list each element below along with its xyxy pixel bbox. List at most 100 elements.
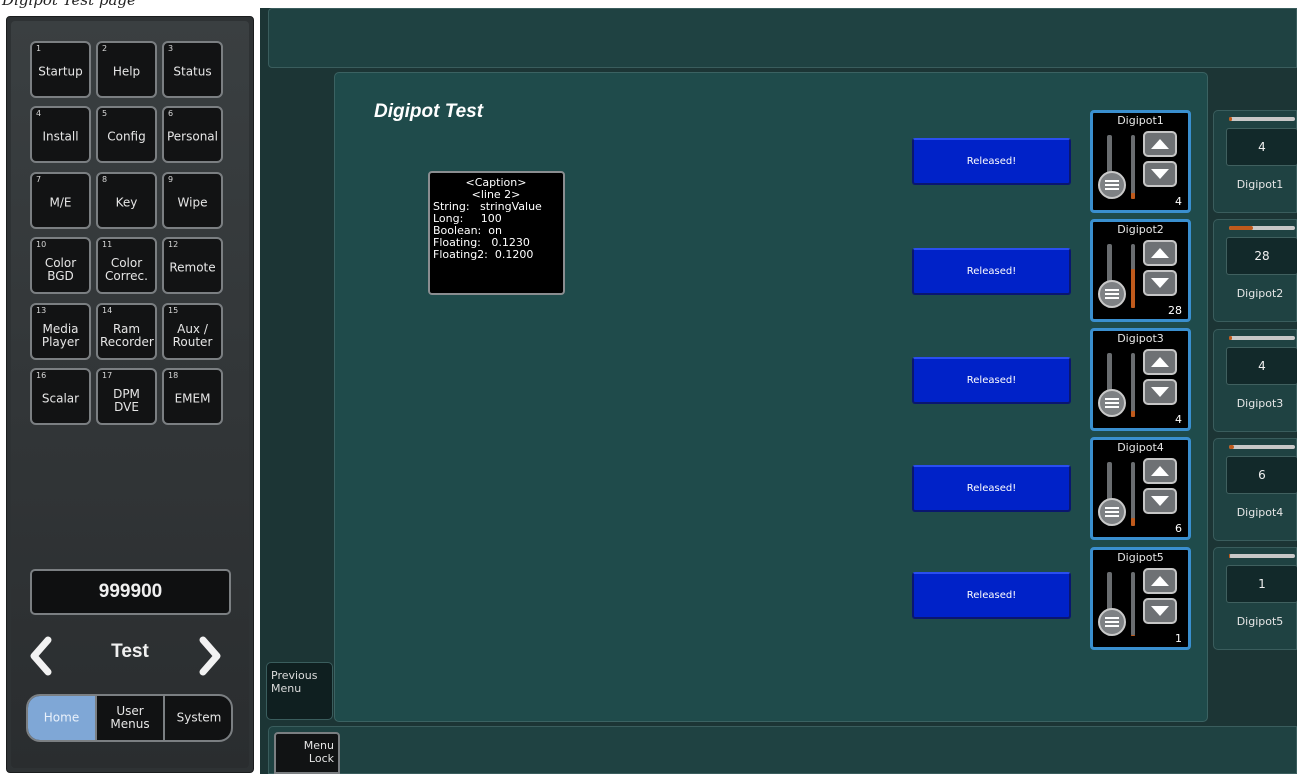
knob-name: Digipot4 xyxy=(1236,506,1284,519)
menu-button-key[interactable]: 8 Key xyxy=(96,172,157,229)
menu-button-number: 1 xyxy=(36,44,42,53)
menu-button-scalar[interactable]: 16 Scalar xyxy=(30,368,91,425)
knob-value: 6 xyxy=(1226,456,1297,494)
digipot-knob-card-1[interactable]: 4 Digipot1 xyxy=(1213,110,1297,213)
triangle-up-icon xyxy=(1151,576,1169,586)
triangle-up-icon xyxy=(1151,357,1169,367)
menu-button-label: Key xyxy=(115,195,138,210)
knob-level-fill xyxy=(1229,336,1232,340)
menu-button-number: 3 xyxy=(168,44,174,53)
bottom-bar xyxy=(268,726,1297,774)
menu-button-startup[interactable]: 1 Startup xyxy=(30,41,91,98)
menu-button-aux-router[interactable]: 15 Aux / Router xyxy=(162,303,223,360)
released-button-3[interactable]: Released! xyxy=(912,357,1071,404)
menu-button-label: Scalar xyxy=(41,391,80,406)
triangle-down-icon xyxy=(1151,169,1169,179)
menu-button-number: 14 xyxy=(102,306,113,315)
menu-button-label: M/E xyxy=(49,195,72,210)
level-track xyxy=(1131,353,1135,417)
menu-button-config[interactable]: 5 Config xyxy=(96,106,157,163)
increment-up-button[interactable] xyxy=(1143,458,1177,484)
knob-level-bar xyxy=(1229,117,1295,121)
digipot-knob-card-5[interactable]: 1 Digipot5 xyxy=(1213,547,1297,650)
digipot-knob-card-3[interactable]: 4 Digipot3 xyxy=(1213,329,1297,432)
menu-button-number: 9 xyxy=(168,175,174,184)
level-fill xyxy=(1131,193,1135,199)
menu-button-color-bgd[interactable]: 10 Color BGD xyxy=(30,237,91,294)
increment-up-button[interactable] xyxy=(1143,349,1177,375)
slider-handle-icon[interactable] xyxy=(1098,608,1126,636)
knob-name: Digipot3 xyxy=(1236,397,1284,410)
menu-button-remote[interactable]: 12 Remote xyxy=(162,237,223,294)
menu-lock-button[interactable]: Menu Lock xyxy=(274,732,340,774)
triangle-up-icon xyxy=(1151,466,1169,476)
menu-button-number: 10 xyxy=(36,240,47,249)
released-button-5[interactable]: Released! xyxy=(912,572,1071,619)
menu-button-label: Status xyxy=(173,64,212,79)
decrement-down-button[interactable] xyxy=(1143,161,1177,187)
next-arrow-icon[interactable] xyxy=(193,634,227,678)
menu-button-label: Color Correc. xyxy=(105,255,148,283)
menu-button-label: Personal xyxy=(166,129,218,144)
triangle-down-icon xyxy=(1151,496,1169,506)
digipot-title: Digipot1 xyxy=(1117,114,1164,127)
increment-up-button[interactable] xyxy=(1143,131,1177,157)
level-track xyxy=(1131,462,1135,526)
caption-display: <Caption> <line 2> String: stringValue L… xyxy=(428,171,565,295)
increment-up-button[interactable] xyxy=(1143,240,1177,266)
slider-handle-icon[interactable] xyxy=(1098,389,1126,417)
decrement-down-button[interactable] xyxy=(1143,379,1177,405)
menu-button-label: Media Player xyxy=(41,321,80,349)
previous-arrow-icon[interactable] xyxy=(24,634,58,678)
menu-button-number: 6 xyxy=(168,109,174,118)
menu-button-label: EMEM xyxy=(174,391,211,406)
page-title: Digipot Test xyxy=(374,101,484,122)
slider-handle-icon[interactable] xyxy=(1098,171,1126,199)
menu-button-number: 8 xyxy=(102,175,108,184)
slider-handle-icon[interactable] xyxy=(1098,280,1126,308)
user-menus-tab[interactable]: User Menus xyxy=(95,696,163,740)
digipot-knob-card-4[interactable]: 6 Digipot4 xyxy=(1213,438,1297,541)
menu-button-emem[interactable]: 18 EMEM xyxy=(162,368,223,425)
triangle-down-icon xyxy=(1151,606,1169,616)
digipot-knob-card-2[interactable]: 28 Digipot2 xyxy=(1213,219,1297,322)
menu-button-label: Config xyxy=(107,129,146,144)
menu-button-number: 13 xyxy=(36,306,47,315)
level-fill xyxy=(1131,411,1135,417)
released-button-4[interactable]: Released! xyxy=(912,465,1071,512)
level-track xyxy=(1131,572,1135,636)
home-tab[interactable]: Home xyxy=(28,696,95,740)
triangle-up-icon xyxy=(1151,139,1169,149)
released-button-1[interactable]: Released! xyxy=(912,138,1071,185)
decrement-down-button[interactable] xyxy=(1143,488,1177,514)
menu-button-install[interactable]: 4 Install xyxy=(30,106,91,163)
menu-button-wipe[interactable]: 9 Wipe xyxy=(162,172,223,229)
menu-button-number: 2 xyxy=(102,44,108,53)
digipot-control-4: Digipot4 6 xyxy=(1090,437,1191,540)
menu-button-label: Install xyxy=(42,129,79,144)
menu-button-number: 16 xyxy=(36,371,47,380)
knob-level-fill xyxy=(1229,226,1253,230)
menu-button-color-correc[interactable]: 11 Color Correc. xyxy=(96,237,157,294)
digipot-title: Digipot3 xyxy=(1117,332,1164,345)
decrement-down-button[interactable] xyxy=(1143,270,1177,296)
menu-button-media-player[interactable]: 13 Media Player xyxy=(30,303,91,360)
slider-handle-icon[interactable] xyxy=(1098,498,1126,526)
menu-button-personal[interactable]: 6 Personal xyxy=(162,106,223,163)
document-caption: Digipot Test page xyxy=(2,0,136,9)
previous-menu-button[interactable]: Previous Menu xyxy=(266,662,333,720)
decrement-down-button[interactable] xyxy=(1143,598,1177,624)
menu-button-ram-recorder[interactable]: 14 Ram Recorder xyxy=(96,303,157,360)
menu-button-number: 4 xyxy=(36,109,42,118)
menu-button-m-e[interactable]: 7 M/E xyxy=(30,172,91,229)
content-panel xyxy=(334,72,1208,722)
menu-button-status[interactable]: 3 Status xyxy=(162,41,223,98)
menu-button-number: 12 xyxy=(168,240,179,249)
bottom-tab-group: Home User Menus System xyxy=(26,694,233,742)
knob-level-bar xyxy=(1229,554,1295,558)
released-button-2[interactable]: Released! xyxy=(912,248,1071,295)
menu-button-dpm-dve[interactable]: 17 DPM DVE xyxy=(96,368,157,425)
system-tab[interactable]: System xyxy=(163,696,231,740)
menu-button-help[interactable]: 2 Help xyxy=(96,41,157,98)
increment-up-button[interactable] xyxy=(1143,568,1177,594)
